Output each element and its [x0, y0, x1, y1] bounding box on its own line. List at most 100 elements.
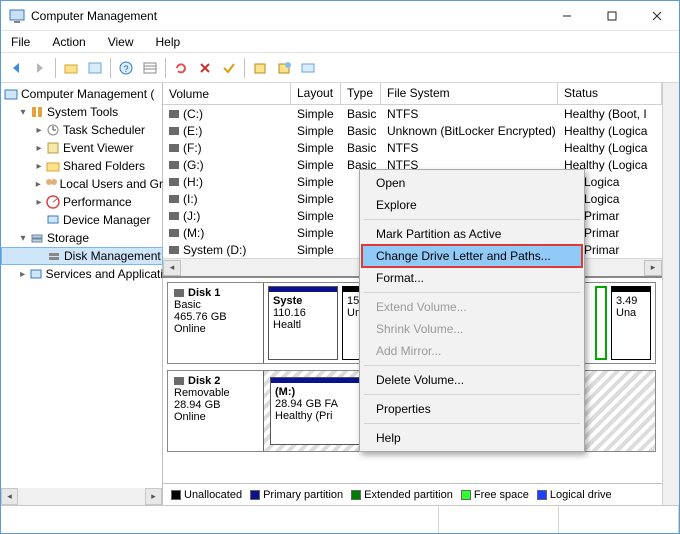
toolbar: ? [1, 53, 679, 83]
ctx-open[interactable]: Open [362, 172, 582, 194]
tree-storage[interactable]: ▾Storage [1, 229, 163, 247]
volume-type: Basic [341, 107, 381, 121]
refresh-icon[interactable] [170, 57, 192, 79]
folder-up-icon[interactable] [60, 57, 82, 79]
volume-row[interactable]: (C:)SimpleBasicNTFSHealthy (Boot, I [163, 105, 662, 122]
ctx-explore[interactable]: Explore [362, 194, 582, 216]
list-icon[interactable] [139, 57, 161, 79]
tree-disk-management[interactable]: Disk Management [1, 247, 163, 265]
ctx-format[interactable]: Format... [362, 267, 582, 289]
ctx-delete[interactable]: Delete Volume... [362, 369, 582, 391]
forward-button[interactable] [29, 57, 51, 79]
check-icon[interactable] [218, 57, 240, 79]
disk1-part1[interactable]: Syste110.16Healtl [268, 286, 338, 360]
delete-icon[interactable] [194, 57, 216, 79]
volume-layout: Simple [291, 243, 341, 257]
volume-name: (H:) [183, 175, 203, 189]
ctx-mirror: Add Mirror... [362, 340, 582, 362]
chevron-right-icon[interactable]: ▸ [17, 269, 28, 280]
volume-icon [169, 178, 179, 186]
minimize-button[interactable] [544, 1, 589, 30]
disk1-state: Online [174, 323, 257, 335]
tree-label: Disk Management [64, 249, 161, 263]
volume-layout: Simple [291, 124, 341, 138]
menu-view[interactable]: View [104, 33, 138, 51]
ctx-properties[interactable]: Properties [362, 398, 582, 420]
context-menu: Open Explore Mark Partition as Active Ch… [359, 169, 585, 452]
tree-local-users[interactable]: ▸ Local Users and Gr [1, 175, 163, 193]
settings-icon[interactable] [297, 57, 319, 79]
menu-action[interactable]: Action [48, 33, 89, 51]
action1-icon[interactable] [249, 57, 271, 79]
volume-icon [169, 246, 179, 254]
disk1-type: Basic [174, 299, 257, 311]
chevron-right-icon[interactable]: ▸ [33, 143, 45, 154]
tree-label: Local Users and Gr [60, 177, 163, 191]
action2-icon[interactable] [273, 57, 295, 79]
volume-name: (M:) [183, 226, 204, 240]
help-icon[interactable]: ? [115, 57, 137, 79]
chevron-right-icon[interactable]: ▸ [33, 179, 44, 190]
chevron-down-icon[interactable]: ▾ [17, 233, 29, 244]
back-button[interactable] [5, 57, 27, 79]
disk2-state: Online [174, 411, 257, 423]
col-type[interactable]: Type [341, 83, 381, 104]
volume-icon [169, 110, 179, 118]
nav-tree: Computer Management ( ▾System Tools ▸ Tas… [1, 83, 163, 488]
volume-status: Healthy (Boot, I [558, 107, 662, 121]
volume-layout: Simple [291, 209, 341, 223]
ctx-change-letter[interactable]: Change Drive Letter and Paths... [362, 245, 582, 267]
ctx-mark-active[interactable]: Mark Partition as Active [362, 223, 582, 245]
tree-performance[interactable]: ▸Performance [1, 193, 163, 211]
view-icon[interactable] [84, 57, 106, 79]
disk1-part-ext[interactable] [595, 286, 607, 360]
ctx-shrink: Shrink Volume... [362, 318, 582, 340]
tree-root[interactable]: Computer Management ( [1, 85, 163, 103]
chevron-down-icon[interactable]: ▾ [17, 107, 29, 118]
ctx-help[interactable]: Help [362, 427, 582, 449]
volume-layout: Simple [291, 107, 341, 121]
volume-name: (G:) [183, 158, 204, 172]
volume-fs: Unknown (BitLocker Encrypted) [381, 124, 558, 138]
volume-row[interactable]: (F:)SimpleBasicNTFSHealthy (Logica [163, 139, 662, 156]
legend-unallocated: Unallocated [171, 489, 242, 501]
chevron-right-icon[interactable]: ▸ [33, 161, 45, 172]
col-layout[interactable]: Layout [291, 83, 341, 104]
chevron-right-icon[interactable]: ▸ [33, 197, 45, 208]
close-button[interactable] [634, 1, 679, 30]
titlebar: Computer Management [1, 1, 679, 31]
tree-hscrollbar[interactable]: ◂▸ [1, 488, 162, 505]
disk1-name: Disk 1 [188, 287, 220, 299]
volume-name: (C:) [183, 107, 203, 121]
volume-fs: NTFS [381, 141, 558, 155]
menu-file[interactable]: File [7, 33, 34, 51]
volume-status: Healthy (Logica [558, 124, 662, 138]
menu-help[interactable]: Help [152, 33, 185, 51]
col-volume[interactable]: Volume [163, 83, 291, 104]
disk1-part3[interactable]: 3.49Una [611, 286, 651, 360]
vscrollbar[interactable] [662, 83, 679, 505]
disk2-part1[interactable]: (M:)28.94 GB FAHealthy (Pri [270, 377, 360, 445]
tree-task-scheduler[interactable]: ▸ Task Scheduler [1, 121, 163, 139]
chevron-right-icon[interactable]: ▸ [33, 125, 45, 136]
tree-services[interactable]: ▸Services and Applicati [1, 265, 163, 283]
tree-system-tools[interactable]: ▾System Tools [1, 103, 163, 121]
legend-logical: Logical drive [537, 489, 612, 501]
col-fs[interactable]: File System [381, 83, 558, 104]
volume-layout: Simple [291, 226, 341, 240]
window-title: Computer Management [31, 9, 544, 23]
volume-icon [169, 212, 179, 220]
col-status[interactable]: Status [558, 83, 662, 104]
tree-shared-folders[interactable]: ▸ Shared Folders [1, 157, 163, 175]
tree-label: Task Scheduler [63, 123, 145, 137]
volume-icon [169, 229, 179, 237]
disk-icon [174, 377, 184, 385]
maximize-button[interactable] [589, 1, 634, 30]
volume-name: (E:) [183, 124, 202, 138]
tree-device-manager[interactable]: Device Manager [1, 211, 163, 229]
tree-label: Shared Folders [63, 159, 145, 173]
volume-row[interactable]: (E:)SimpleBasicUnknown (BitLocker Encryp… [163, 122, 662, 139]
tree-event-viewer[interactable]: ▸Event Viewer [1, 139, 163, 157]
volume-layout: Simple [291, 175, 341, 189]
volume-name: (I:) [183, 192, 198, 206]
